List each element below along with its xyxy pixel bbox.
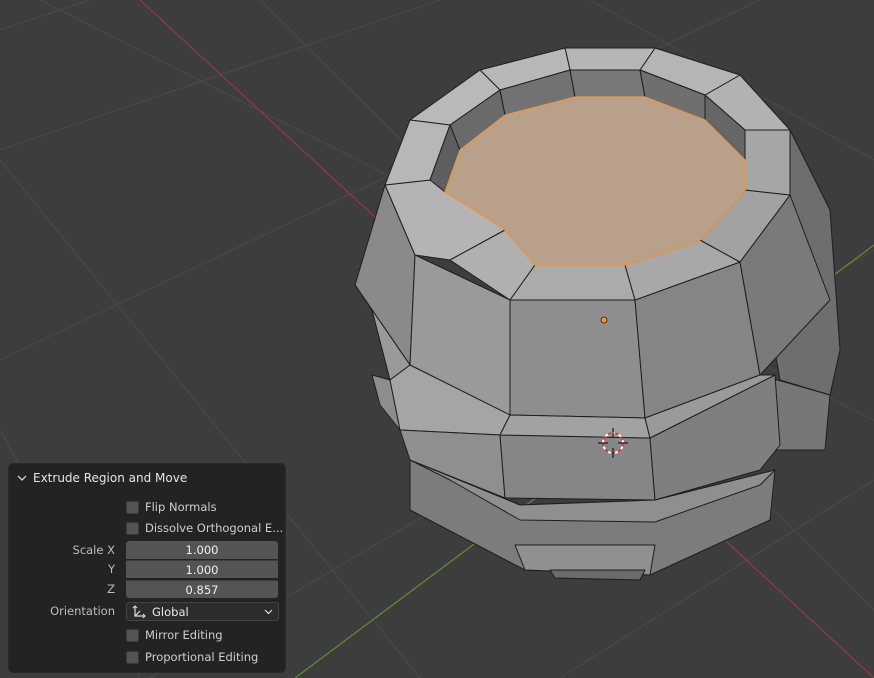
flip-normals-checkbox[interactable]: Flip Normals <box>126 499 217 515</box>
checkbox-box[interactable] <box>126 628 139 642</box>
proportional-editing-label: Proportional Editing <box>145 650 259 664</box>
face-center-dot <box>600 316 608 324</box>
orientation-label: Orientation <box>50 604 115 618</box>
scale-x-label: Scale X <box>72 543 115 557</box>
flip-normals-label: Flip Normals <box>145 500 217 514</box>
orientation-dropdown[interactable]: Global <box>126 602 279 621</box>
scale-y-label: Y <box>107 562 115 576</box>
panel-header[interactable]: Extrude Region and Move <box>17 470 187 486</box>
mirror-editing-checkbox[interactable]: Mirror Editing <box>126 627 223 643</box>
checkbox-box[interactable] <box>126 521 139 535</box>
chevron-down-icon <box>17 475 27 481</box>
scale-y-field[interactable]: 1.000 <box>126 560 278 578</box>
checkbox-box[interactable] <box>126 500 139 514</box>
dissolve-orthogonal-checkbox[interactable]: Dissolve Orthogonal E... <box>126 520 283 536</box>
mirror-editing-label: Mirror Editing <box>145 628 223 642</box>
dissolve-orthogonal-label: Dissolve Orthogonal E... <box>145 521 284 535</box>
chevron-down-icon <box>264 609 273 615</box>
panel-title: Extrude Region and Move <box>33 471 188 485</box>
orientation-value: Global <box>152 604 189 619</box>
orientation-axes-icon <box>132 604 146 618</box>
proportional-editing-checkbox[interactable]: Proportional Editing <box>126 649 258 665</box>
scale-x-field[interactable]: 1.000 <box>126 541 278 559</box>
checkbox-box[interactable] <box>126 650 139 664</box>
redo-operator-panel[interactable]: Extrude Region and Move Flip Normals Dis… <box>8 463 286 673</box>
scale-z-field[interactable]: 0.857 <box>126 580 278 598</box>
scale-z-label: Z <box>107 582 115 596</box>
